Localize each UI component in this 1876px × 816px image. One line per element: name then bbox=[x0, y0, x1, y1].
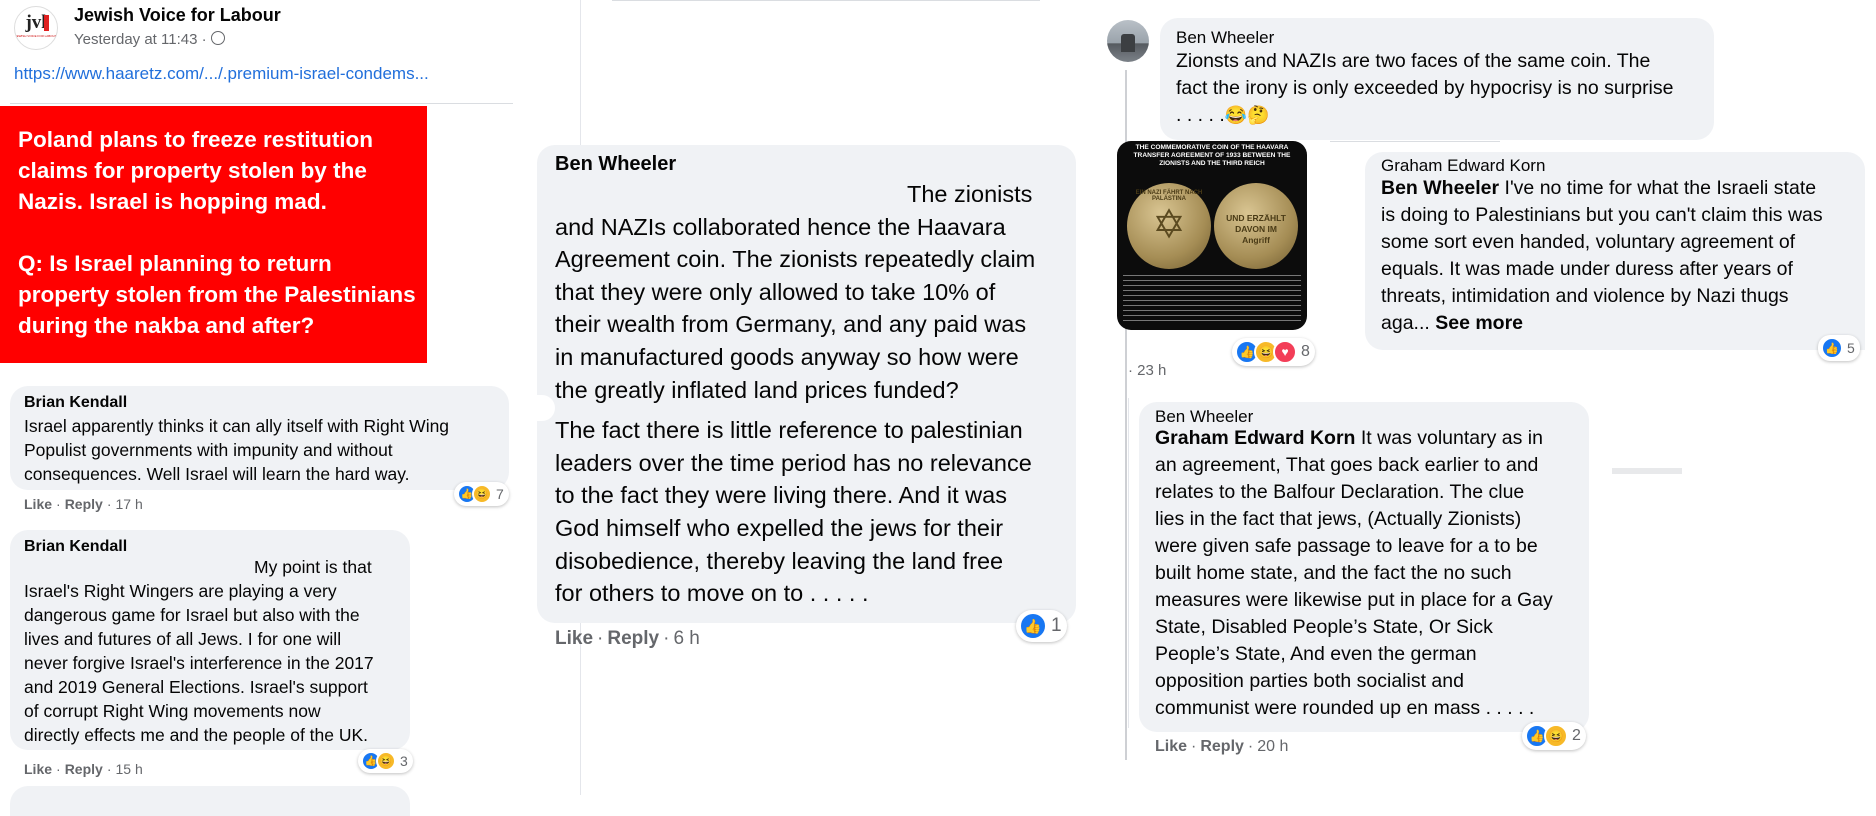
comment-text: Ben Wheeler I've no time for what the Is… bbox=[1381, 177, 1823, 334]
comment-time[interactable]: 20 h bbox=[1257, 738, 1288, 755]
divider bbox=[1612, 468, 1682, 474]
comment-bubble: Ben Wheeler Zionsts and NAZIs are two fa… bbox=[1160, 18, 1714, 140]
reaction-count[interactable]: 👍 1 bbox=[1016, 610, 1067, 642]
haha-reaction-icon: 😆 bbox=[1544, 724, 1568, 748]
like-button[interactable]: Like bbox=[1155, 738, 1187, 755]
globe-icon bbox=[210, 31, 225, 45]
comment-author[interactable]: Brian Kendall bbox=[24, 394, 495, 412]
like-button[interactable]: Like bbox=[555, 628, 593, 649]
like-button[interactable]: Like bbox=[24, 761, 52, 777]
coin-caption-bottom bbox=[1123, 275, 1301, 325]
thread-line bbox=[1128, 398, 1129, 728]
comment-bubble: Brian Kendall My point is that Israel's … bbox=[10, 530, 410, 750]
avatar[interactable] bbox=[1107, 20, 1149, 62]
comment-bubble: Brian Kendall Israel apparently thinks i… bbox=[10, 386, 509, 490]
comment-time[interactable]: 17 h bbox=[115, 496, 142, 512]
comment-actions: Like · Reply · 6 h bbox=[555, 628, 700, 649]
post-link[interactable]: https://www.haaretz.com/.../.premium-isr… bbox=[14, 64, 429, 84]
divider bbox=[10, 103, 513, 104]
like-reaction-icon: 👍 bbox=[1019, 612, 1047, 640]
comment-text: My point is that Israel's Right Wingers … bbox=[24, 557, 374, 745]
haha-reaction-icon: 😆 bbox=[472, 484, 492, 504]
haha-reaction-icon: 😆 bbox=[376, 751, 396, 771]
comment-text: Israel apparently thinks it can ally its… bbox=[24, 416, 450, 484]
jvl-logo: jvl JEWISH VOICE FOR LABOUR bbox=[15, 12, 57, 38]
coin-right: UND ERZÄHLT DAVON IM Angriff bbox=[1214, 183, 1298, 269]
reaction-count[interactable]: 👍 😆 2 bbox=[1522, 722, 1586, 750]
comment-text: Zionsts and NAZIs are two faces of the s… bbox=[1176, 50, 1674, 126]
reply-button[interactable]: Reply bbox=[607, 628, 659, 649]
coin-caption-top: THE COMMEMORATIVE COIN OF THE HAAVARA TR… bbox=[1133, 144, 1291, 167]
comment-author[interactable]: Ben Wheeler bbox=[555, 153, 1058, 176]
comment-actions: Like · Reply · 15 h bbox=[24, 761, 143, 777]
see-more-link[interactable]: See more bbox=[1435, 312, 1523, 334]
reply-button[interactable]: Reply bbox=[65, 761, 103, 777]
coin-left: ✡ EIN NAZI FÄHRT NACH PALÄSTINA bbox=[1127, 183, 1211, 269]
haavara-coin-image[interactable]: THE COMMEMORATIVE COIN OF THE HAAVARA TR… bbox=[1117, 141, 1307, 330]
emoji-icon: 😂🤔 bbox=[1224, 105, 1270, 125]
mention-link[interactable]: Graham Edward Korn bbox=[1155, 427, 1355, 449]
post-image[interactable]: Poland plans to freeze restitution claim… bbox=[0, 106, 427, 363]
reply-button[interactable]: Reply bbox=[65, 496, 103, 512]
reaction-count[interactable]: 👍 5 bbox=[1818, 335, 1860, 361]
comment-author[interactable]: Ben Wheeler bbox=[1155, 407, 1573, 427]
divider bbox=[612, 0, 1040, 1]
reaction-count[interactable]: 👍 😆 3 bbox=[358, 749, 413, 773]
comment-actions: Like · Reply · 17 h bbox=[24, 496, 143, 512]
comment-text: The zionists and NAZIs collaborated henc… bbox=[555, 181, 1036, 607]
comment-time[interactable]: · 23 h bbox=[1128, 362, 1166, 379]
divider bbox=[1330, 141, 1500, 142]
love-reaction-icon: ♥ bbox=[1273, 340, 1297, 364]
avatar-figure bbox=[1121, 34, 1135, 52]
comment-author[interactable]: Brian Kendall bbox=[24, 538, 396, 556]
reaction-count[interactable]: 👍 😆 7 bbox=[454, 482, 509, 506]
page-name[interactable]: Jewish Voice for Labour bbox=[74, 5, 281, 26]
mention-link[interactable]: Ben Wheeler bbox=[1381, 177, 1499, 199]
comment-actions: Like · Reply · 20 h bbox=[1155, 738, 1289, 755]
like-reaction-icon: 👍 bbox=[1821, 337, 1843, 359]
reaction-count[interactable]: 👍 😆 ♥ 8 bbox=[1232, 338, 1315, 366]
comment-author[interactable]: Ben Wheeler bbox=[1176, 28, 1698, 48]
reply-button[interactable]: Reply bbox=[1200, 738, 1244, 755]
comment-author[interactable]: Graham Edward Korn bbox=[1381, 156, 1849, 176]
comment-time[interactable]: 15 h bbox=[115, 761, 142, 777]
comment-time[interactable]: 6 h bbox=[673, 628, 699, 649]
post-timestamp[interactable]: Yesterday at 11:43 · bbox=[74, 31, 225, 48]
comment-bubble-partial bbox=[10, 786, 410, 816]
like-button[interactable]: Like bbox=[24, 496, 52, 512]
comment-bubble: Graham Edward Korn Ben Wheeler I've no t… bbox=[1365, 152, 1865, 350]
comment-text: Graham Edward Korn It was voluntary as i… bbox=[1155, 427, 1553, 719]
comment-bubble: Ben Wheeler Graham Edward Korn It was vo… bbox=[1139, 402, 1589, 732]
page-avatar[interactable]: jvl JEWISH VOICE FOR LABOUR bbox=[14, 6, 58, 50]
logo-red-mark bbox=[44, 15, 49, 31]
star-of-david-icon: ✡ bbox=[1152, 203, 1186, 247]
comment-bubble: Ben Wheeler The zionists and NAZIs colla… bbox=[537, 145, 1076, 623]
